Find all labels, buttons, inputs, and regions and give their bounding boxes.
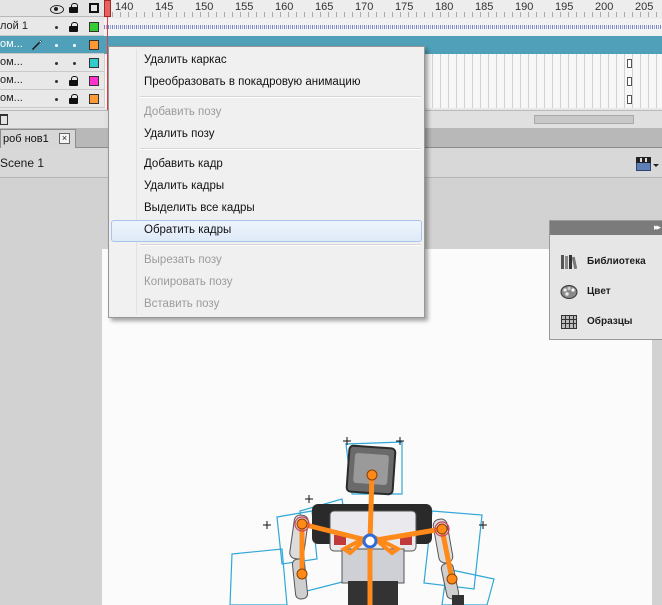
ruler-frame-number: 185: [475, 1, 494, 13]
context-menu: Удалить каркас Преобразовать в покадровую…: [108, 46, 425, 318]
lock-icon[interactable]: [69, 3, 82, 15]
menu-item: Копировать позу: [111, 272, 422, 294]
menu-item-label: Вырезать позу: [144, 254, 222, 266]
layer-outline-color[interactable]: [89, 76, 99, 86]
scene-label[interactable]: Scene 1: [0, 156, 44, 170]
ruler-frame-number: 200: [595, 1, 614, 13]
edit-scene-icon[interactable]: [636, 157, 652, 171]
ruler-frame-number: 195: [555, 1, 574, 13]
document-tab[interactable]: роб нов1 ×: [0, 129, 76, 148]
ruler-frame-number: 165: [315, 1, 334, 13]
scrollbar-thumb[interactable]: [534, 115, 634, 124]
menu-separator: [140, 148, 421, 150]
frame-ruler[interactable]: 140 145 150 155 160 165 170 175 180 185 190 195 200 2…: [104, 0, 662, 17]
panel-header[interactable]: ▸▸: [550, 221, 662, 235]
root-joint: [362, 533, 378, 549]
panel-item-library[interactable]: Библиотека: [550, 249, 662, 275]
pencil-icon: [32, 40, 42, 50]
menu-item[interactable]: Преобразовать в покадровую анимацию: [111, 72, 422, 94]
menu-item-label: Добавить позу: [144, 106, 222, 118]
ruler-frame-number: 180: [435, 1, 454, 13]
outline-icon[interactable]: [89, 3, 99, 13]
document-tab-label: роб нов1: [3, 133, 49, 145]
ruler-frame-number: 150: [195, 1, 214, 13]
menu-item-label: Добавить кадр: [144, 158, 223, 170]
color-palette-icon: [560, 285, 578, 299]
lock-icon[interactable]: [69, 94, 78, 104]
menu-item-label: Удалить кадры: [144, 180, 225, 192]
visibility-toggle[interactable]: [55, 26, 58, 29]
lock-toggle[interactable]: [73, 62, 76, 65]
ruler-frame-number: 160: [275, 1, 294, 13]
ruler-frame-number: 175: [395, 1, 414, 13]
timeline-footer: [0, 110, 104, 128]
menu-item-label: Удалить позу: [144, 128, 215, 140]
menu-item: Вырезать позу: [111, 250, 422, 272]
library-icon: [561, 255, 578, 270]
menu-item-label: Копировать позу: [144, 276, 233, 288]
chevron-down-icon[interactable]: [653, 164, 659, 167]
end-frame-marker[interactable]: [627, 59, 632, 68]
audio-waveform: [104, 25, 662, 29]
ruler-frame-number: 205: [635, 1, 654, 13]
layer-outline-color[interactable]: [89, 58, 99, 68]
layer-row[interactable]: лой 1: [0, 18, 662, 36]
menu-item[interactable]: Выделить все кадры: [111, 198, 422, 220]
panel-item-label: Библиотека: [587, 256, 646, 267]
menu-item-label: Удалить каркас: [144, 54, 227, 66]
layer-name[interactable]: лой 1: [0, 20, 48, 32]
timeline-header: 140 145 150 155 160 165 170 175 180 185 190 195 200 2…: [0, 0, 662, 17]
expand-panels-icon[interactable]: ▸▸: [654, 222, 661, 233]
layer-name[interactable]: ом...: [0, 92, 48, 104]
layer-outline-color[interactable]: [89, 22, 99, 32]
menu-item: Добавить позу: [111, 102, 422, 124]
menu-item-label: Обратить кадры: [144, 224, 232, 236]
menu-item[interactable]: Удалить кадры: [111, 176, 422, 198]
playhead[interactable]: [104, 0, 111, 17]
menu-item: Вставить позу: [111, 294, 422, 316]
end-frame-marker[interactable]: [627, 95, 632, 104]
panel-item-label: Образцы: [587, 316, 633, 327]
trash-icon[interactable]: [0, 114, 8, 125]
swatches-icon: [561, 315, 577, 329]
layer-name[interactable]: ом...: [0, 56, 48, 68]
menu-item[interactable]: Обратить кадры: [111, 220, 422, 242]
ruler-frame-number: 140: [115, 1, 134, 13]
menu-item[interactable]: Добавить кадр: [111, 154, 422, 176]
visibility-toggle[interactable]: [55, 62, 58, 65]
menu-separator: [140, 244, 421, 246]
panel-item-label: Цвет: [587, 286, 611, 297]
flash-window: 140 145 150 155 160 165 170 175 180 185 190 195 200 2…: [0, 0, 662, 605]
menu-item-label: Вставить позу: [144, 298, 220, 310]
layer-outline-color[interactable]: [89, 94, 99, 104]
end-frame-marker[interactable]: [627, 77, 632, 86]
lock-icon[interactable]: [69, 76, 78, 86]
menu-separator: [140, 96, 421, 98]
menu-item-label: Выделить все кадры: [144, 202, 255, 214]
panel-item-color[interactable]: Цвет: [550, 279, 662, 305]
visibility-toggle[interactable]: [55, 80, 58, 83]
ruler-frame-number: 155: [235, 1, 254, 13]
layer-outline-color[interactable]: [89, 40, 99, 50]
eye-icon[interactable]: [50, 2, 64, 14]
bone-outline: [229, 548, 288, 605]
panel-item-swatches[interactable]: Образцы: [550, 309, 662, 335]
visibility-toggle[interactable]: [55, 98, 58, 101]
close-icon[interactable]: ×: [59, 133, 70, 144]
lock-toggle[interactable]: [73, 44, 76, 47]
menu-item-label: Преобразовать в покадровую анимацию: [144, 76, 361, 88]
ruler-frame-number: 170: [355, 1, 374, 13]
layer-name[interactable]: ом...: [0, 74, 48, 86]
layer-frames[interactable]: [104, 18, 662, 36]
menu-item[interactable]: Удалить позу: [111, 124, 422, 146]
ruler-frame-number: 190: [515, 1, 534, 13]
menu-item[interactable]: Удалить каркас: [111, 50, 422, 72]
collapsed-panels: ▸▸ Библиотека Цвет Образцы: [549, 220, 662, 340]
lock-icon[interactable]: [69, 22, 78, 32]
visibility-toggle[interactable]: [55, 44, 58, 47]
ruler-frame-number: 145: [155, 1, 174, 13]
